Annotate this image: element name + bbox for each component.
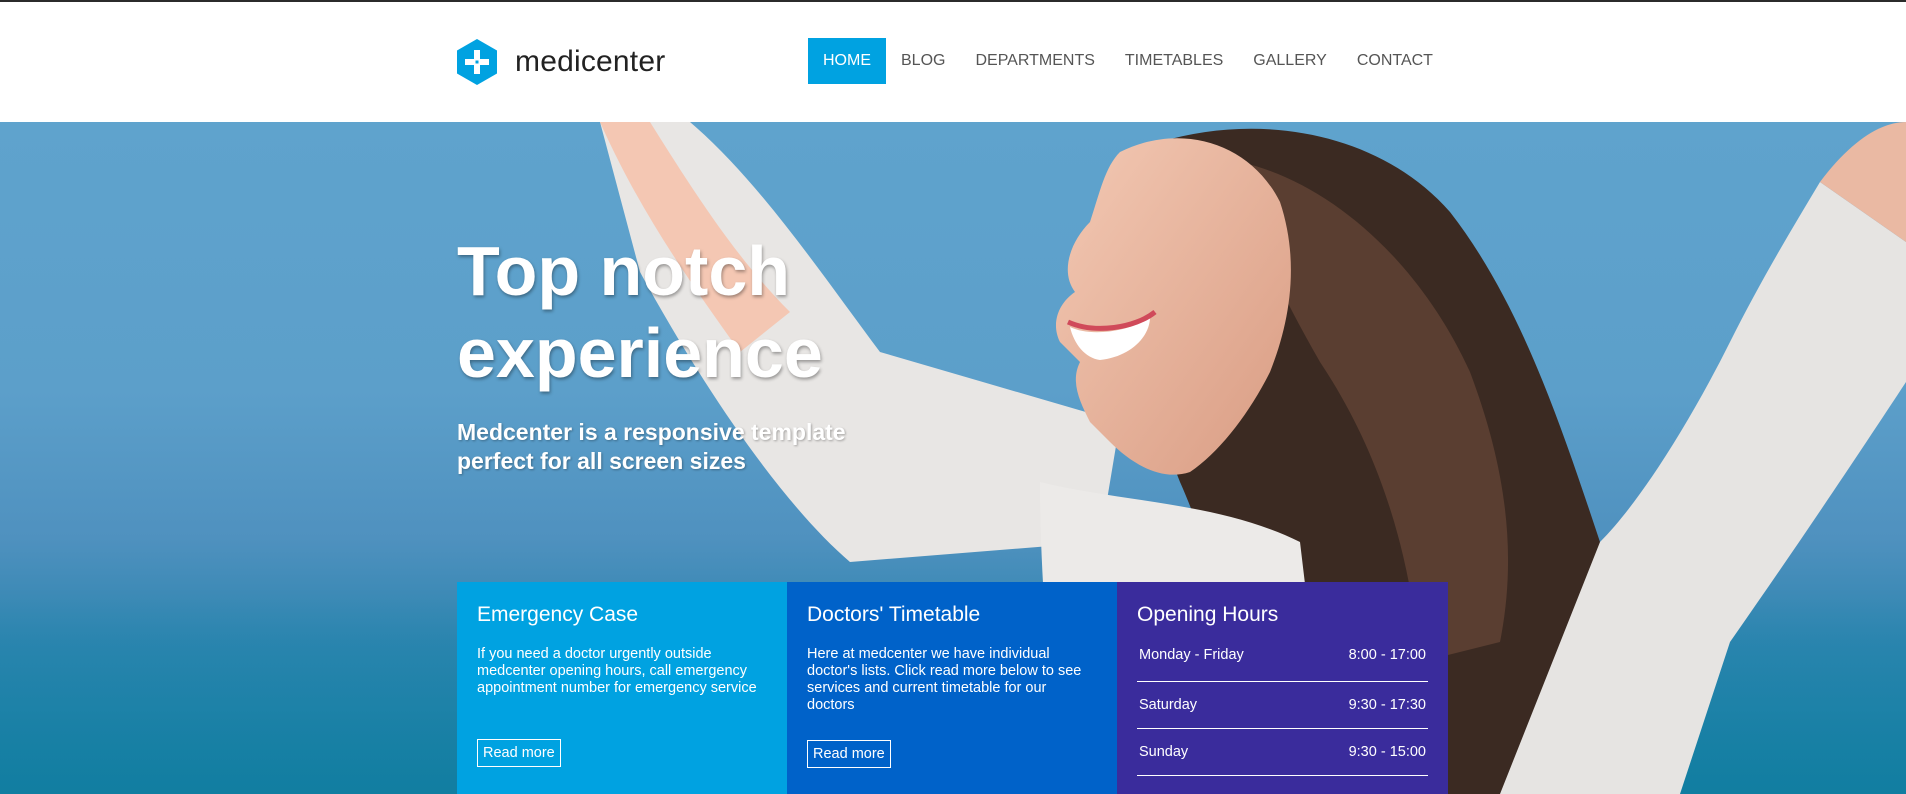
site-header: medicenter HOME BLOG DEPARTMENTS TIMETAB… (0, 2, 1906, 122)
hours-row: Sunday 9:30 - 15:00 (1137, 729, 1428, 776)
doctors-timetable-title: Doctors' Timetable (807, 603, 981, 626)
main-nav: HOME BLOG DEPARTMENTS TIMETABLES GALLERY… (808, 38, 1448, 84)
emergency-case-box: Emergency Case If you need a doctor urge… (457, 582, 787, 794)
doctors-timetable-text: Here at medcenter we have individual doc… (807, 646, 1082, 713)
emergency-read-more-button[interactable]: Read more (477, 739, 561, 767)
hero-title-line-1: Top notch (457, 232, 791, 310)
hours-day: Sunday (1139, 744, 1189, 760)
emergency-case-title: Emergency Case (477, 603, 639, 626)
opening-hours-list: Monday - Friday 8:00 - 17:00 Saturday 9:… (1137, 644, 1428, 776)
hours-row: Monday - Friday 8:00 - 17:00 (1137, 644, 1428, 682)
nav-blog[interactable]: BLOG (886, 38, 960, 84)
hero-subtitle-line-1: Medcenter is a responsive template (457, 419, 846, 445)
hours-day: Saturday (1139, 697, 1198, 713)
hours-time: 9:30 - 15:00 (1348, 744, 1426, 760)
nav-gallery[interactable]: GALLERY (1238, 38, 1342, 84)
nav-departments[interactable]: DEPARTMENTS (960, 38, 1109, 84)
nav-contact[interactable]: CONTACT (1342, 38, 1448, 84)
info-boxes: Emergency Case If you need a doctor urge… (457, 582, 1448, 794)
emergency-case-text: If you need a doctor urgently outside me… (477, 646, 757, 696)
opening-hours-title: Opening Hours (1137, 603, 1279, 626)
hours-day: Monday - Friday (1139, 647, 1244, 663)
nav-timetables[interactable]: TIMETABLES (1110, 38, 1238, 84)
hero-subtitle: Medcenter is a responsive template perfe… (457, 418, 917, 476)
brand-name: medicenter (515, 45, 666, 78)
hero-title-line-2: experience (457, 314, 823, 392)
logo[interactable]: medicenter (457, 38, 665, 86)
medical-cross-logo-icon (457, 39, 497, 85)
hero-subtitle-line-2: perfect for all screen sizes (457, 448, 746, 474)
hero-title: Top notch experience (457, 230, 977, 394)
opening-hours-box: Opening Hours Monday - Friday 8:00 - 17:… (1117, 582, 1448, 794)
nav-home[interactable]: HOME (808, 38, 886, 84)
hours-row: Saturday 9:30 - 17:30 (1137, 682, 1428, 729)
doctors-timetable-box: Doctors' Timetable Here at medcenter we … (787, 582, 1117, 794)
hours-time: 9:30 - 17:30 (1348, 697, 1426, 713)
timetable-read-more-button[interactable]: Read more (807, 740, 891, 768)
hours-time: 8:00 - 17:00 (1348, 647, 1426, 663)
